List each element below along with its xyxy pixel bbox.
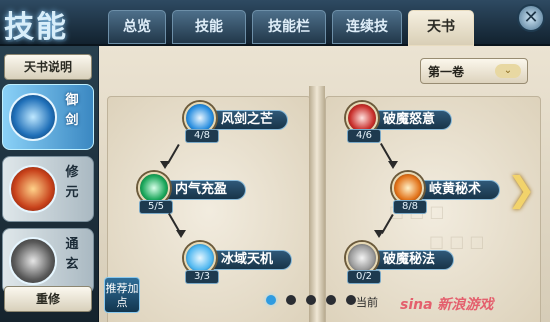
recommend-points-button[interactable]: 推荐加点 (104, 277, 140, 313)
tianshu-help-button[interactable]: 天书说明 (4, 54, 92, 80)
category-label: 通玄 (65, 237, 79, 272)
arrow-connector (388, 161, 398, 169)
chevron-down-icon: ⌄ (495, 64, 521, 78)
tab-tianshu[interactable]: 天书 (408, 10, 474, 46)
category-tongxuan[interactable]: 通玄 (2, 228, 94, 294)
skill-count: 4/6 (347, 129, 381, 143)
volume-select[interactable]: 第一卷 ⌄ (420, 58, 528, 84)
watermark: sina 新浪游戏 (400, 297, 494, 313)
volume-select-value: 第一卷 (428, 65, 465, 79)
sword-rune-orb-icon (9, 93, 57, 141)
page-dot[interactable] (286, 295, 296, 305)
skill-count: 3/3 (185, 270, 219, 284)
arrow-connector (160, 161, 170, 169)
window-title-logo: 技能 (4, 10, 68, 45)
category-label: 修元 (65, 165, 79, 200)
chevron-right-icon[interactable]: ❯ (507, 172, 537, 210)
tab-combo[interactable]: 连续技 (332, 10, 402, 44)
arrow-connector (176, 230, 186, 238)
skill-count: 5/5 (139, 200, 173, 214)
category-xiuyuan[interactable]: 修元 (2, 156, 94, 222)
category-yujian[interactable]: 御剑 (2, 84, 94, 150)
background-calligraphy: □ □ □ (429, 232, 485, 251)
close-icon[interactable]: ✕ (517, 4, 545, 32)
sidebar: 天书说明 御剑 修元 通玄 重修 (0, 46, 98, 322)
header-bar: 技能 总览 技能 技能栏 连续技 天书 ✕ (0, 0, 550, 46)
category-label: 御剑 (65, 93, 79, 128)
page-dot[interactable] (306, 295, 316, 305)
grey-rune-orb-icon (9, 237, 57, 285)
tab-skill-bar[interactable]: 技能栏 (252, 10, 326, 44)
skill-window: 技能 总览 技能 技能栏 连续技 天书 ✕ 天书说明 御剑 修元 通玄 重修 □… (0, 0, 550, 322)
page-indicator (266, 295, 356, 307)
skill-count: 0/2 (347, 270, 381, 284)
fire-rune-orb-icon (9, 165, 57, 213)
tab-skills[interactable]: 技能 (172, 10, 246, 44)
page-dot[interactable] (346, 295, 356, 305)
arrow-connector (374, 230, 384, 238)
book-spine (309, 86, 325, 322)
current-page-label: 当前 (356, 296, 378, 309)
reset-button[interactable]: 重修 (4, 286, 92, 312)
skill-count: 4/8 (185, 129, 219, 143)
page-dot[interactable] (266, 295, 276, 305)
tab-overview[interactable]: 总览 (108, 10, 166, 44)
page-dot[interactable] (326, 295, 336, 305)
skill-count: 8/8 (393, 200, 427, 214)
